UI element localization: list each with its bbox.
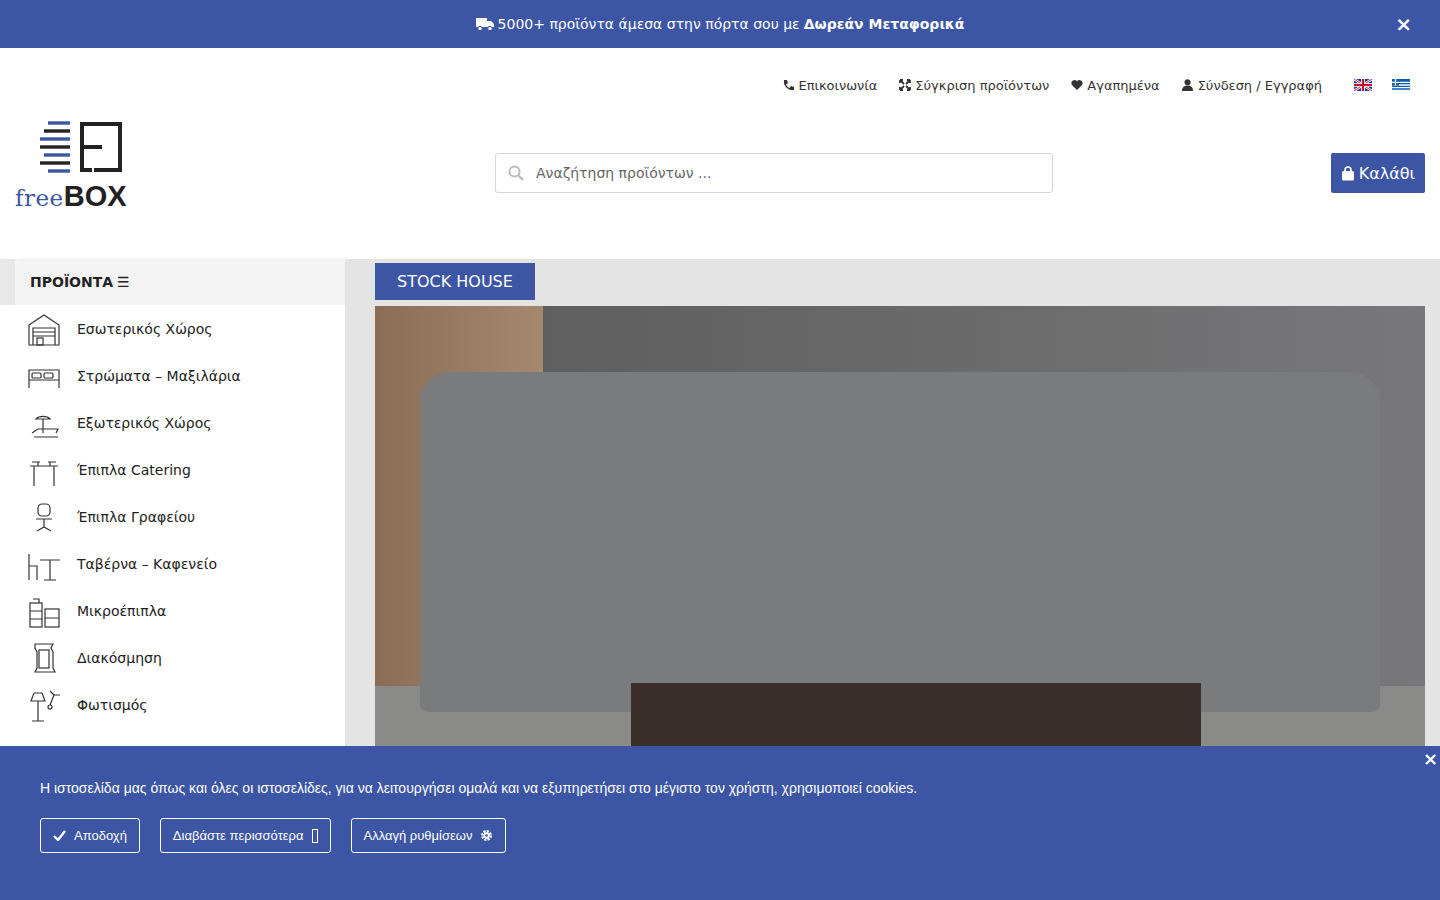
top-links: Επικοινωνία Σύγκριση προϊόντων Αγαπημένα Σύ… bbox=[0, 72, 1440, 98]
office-chair-icon bbox=[25, 498, 63, 536]
sidebar-item[interactable]: Ταβέρνα – Καφενείο bbox=[15, 540, 345, 587]
section-tab[interactable]: STOCK HOUSE bbox=[375, 263, 535, 300]
menu-icon: ☰ bbox=[117, 274, 130, 290]
sidebar-item[interactable]: Μικροέπιπλα bbox=[15, 587, 345, 634]
bed-icon bbox=[25, 357, 63, 395]
uk-flag-icon[interactable] bbox=[1354, 79, 1372, 91]
search-bar bbox=[495, 153, 1053, 193]
cart-button[interactable]: Καλάθι bbox=[1331, 153, 1425, 193]
search-input[interactable] bbox=[534, 164, 1040, 182]
accept-button[interactable]: Αποδοχή bbox=[40, 818, 140, 853]
warehouse-icon bbox=[25, 310, 63, 348]
catering-table-icon bbox=[25, 451, 63, 489]
sidebar-item[interactable]: Έπιπλα Catering bbox=[15, 446, 345, 493]
header: Επικοινωνία Σύγκριση προϊόντων Αγαπημένα Σύ… bbox=[0, 48, 1440, 259]
language-flags bbox=[1354, 79, 1410, 91]
category-sidebar: ΠΡΟΪΟΝΤΑ☰Εσωτερικός ΧώροςΣτρώματα – Μαξι… bbox=[0, 259, 345, 766]
sidebar-item[interactable]: Εξωτερικός Χώρος bbox=[15, 399, 345, 446]
sidebar-item[interactable]: Εσωτερικός Χώρος bbox=[15, 305, 345, 352]
sunbed-icon bbox=[25, 404, 63, 442]
top-link[interactable]: Επικοινωνία bbox=[782, 78, 877, 93]
announcement-bar: 5000+ προϊόντα άμεσα στην πόρτα σου μεΔω… bbox=[0, 0, 1440, 48]
check-icon bbox=[53, 830, 66, 841]
user-icon bbox=[1182, 79, 1194, 91]
search-icon bbox=[508, 165, 524, 181]
cafe-table-icon bbox=[25, 545, 63, 583]
cookie-banner: Η ιστοσελίδα μας όπως και όλες οι ιστοσε… bbox=[0, 746, 1440, 900]
sidebar-item[interactable]: Φωτισμός bbox=[15, 681, 345, 728]
more-button[interactable]: Διαβάστε περισσότερα bbox=[160, 818, 331, 853]
hero-photo[interactable] bbox=[375, 306, 1425, 766]
top-link[interactable]: Αγαπημένα bbox=[1071, 78, 1159, 93]
sidebar-item[interactable]: Στρώματα – Μαξιλάρια bbox=[15, 352, 345, 399]
phone-icon bbox=[782, 79, 794, 91]
compare-icon bbox=[899, 79, 911, 91]
sidebar-header[interactable]: ΠΡΟΪΟΝΤΑ☰ bbox=[15, 259, 345, 305]
mirror-icon bbox=[25, 639, 63, 677]
heart-icon bbox=[1071, 79, 1083, 91]
logo-mark-icon bbox=[30, 120, 130, 176]
gear-icon bbox=[480, 829, 493, 842]
sidebar-item[interactable]: Διακόσμηση bbox=[15, 634, 345, 681]
announcement-close[interactable]: × bbox=[1395, 12, 1412, 36]
cabinet-icon bbox=[25, 592, 63, 630]
truck-icon bbox=[476, 17, 494, 31]
sidebar-item[interactable]: Έπιπλα Γραφείου bbox=[15, 493, 345, 540]
top-link[interactable]: Σύγκριση προϊόντων bbox=[899, 78, 1049, 93]
settings-button[interactable]: Αλλαγή ρυθμίσεων bbox=[351, 818, 507, 853]
content-area: STOCK HOUSE bbox=[345, 259, 1440, 766]
box-icon bbox=[312, 829, 318, 843]
site-logo[interactable]: freeBOX bbox=[15, 120, 150, 211]
lamp-icon bbox=[25, 686, 63, 724]
cookie-close[interactable]: × bbox=[1423, 748, 1438, 769]
announcement-highlight: Δωρεάν Μεταφορικά bbox=[804, 16, 965, 32]
cookie-text: Η ιστοσελίδα μας όπως και όλες οι ιστοσε… bbox=[40, 780, 1400, 796]
greek-flag-icon[interactable] bbox=[1392, 79, 1410, 91]
bag-icon bbox=[1341, 166, 1355, 181]
top-link[interactable]: Σύνδεση / Εγγραφή bbox=[1182, 78, 1322, 93]
announcement-text: 5000+ προϊόντα άμεσα στην πόρτα σου με bbox=[498, 16, 800, 32]
